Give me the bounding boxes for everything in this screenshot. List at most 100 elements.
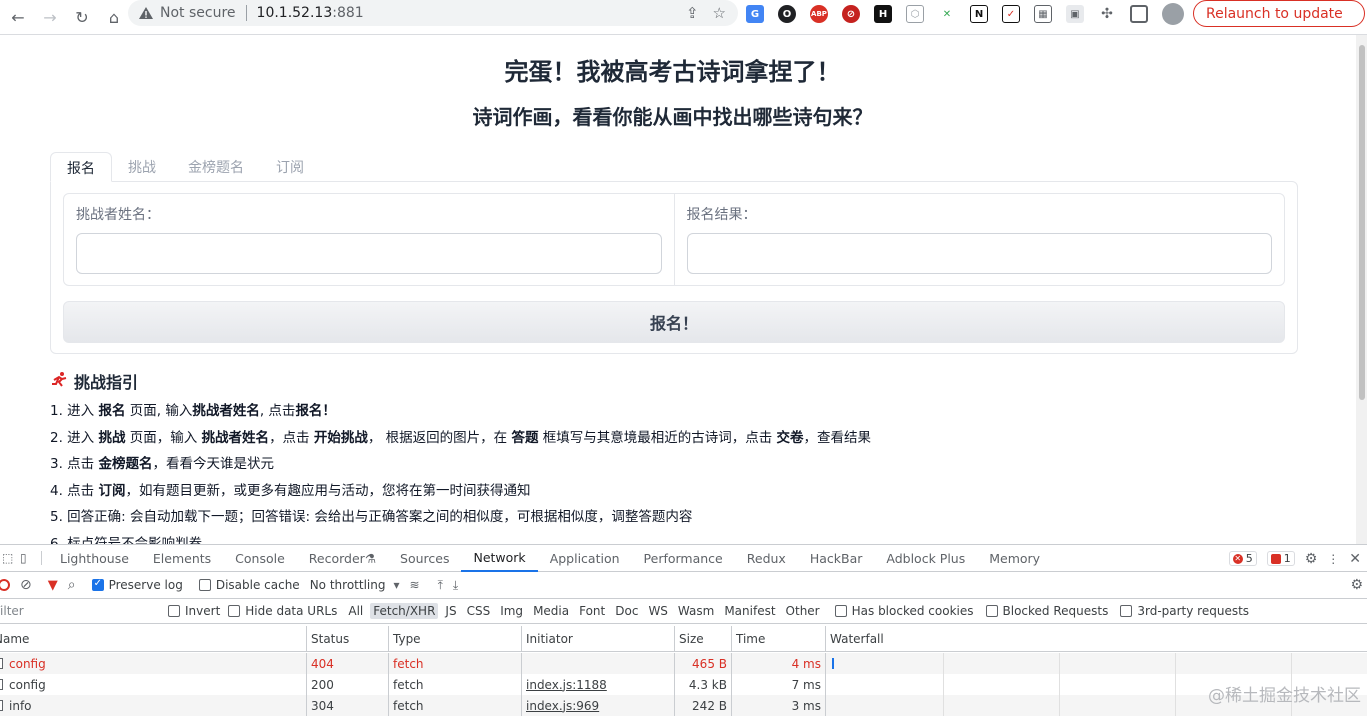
type-filter-ws[interactable]: WS — [645, 603, 670, 619]
clear-icon[interactable]: ⊘ — [20, 577, 32, 593]
checkbox-checked-icon[interactable] — [91, 578, 104, 591]
settings-gear-icon[interactable]: ⚙ — [1305, 551, 1318, 567]
type-filter-fetchxhr[interactable]: Fetch/XHR — [370, 603, 439, 619]
devtools-tab-network[interactable]: Network — [461, 545, 538, 572]
blocked-requests-checkbox[interactable]: Blocked Requests — [985, 604, 1108, 618]
preserve-log-checkbox[interactable]: Preserve log — [91, 578, 183, 592]
home-icon[interactable]: ⌂ — [100, 3, 128, 31]
invert-checkbox[interactable]: Invert — [168, 604, 220, 618]
back-icon[interactable]: ← — [4, 3, 32, 31]
type-filter-font[interactable]: Font — [576, 603, 608, 619]
network-conditions-icon[interactable]: ≋ — [410, 578, 420, 592]
third-party-checkbox[interactable]: 3rd-party requests — [1120, 604, 1249, 618]
page-scrollbar[interactable] — [1356, 35, 1367, 544]
devtools-tab-elements[interactable]: Elements — [141, 545, 223, 572]
tab-challenge[interactable]: 挑战 — [112, 152, 172, 182]
devtools-tab-adblock-plus[interactable]: Adblock Plus — [874, 545, 977, 572]
request-time: 7 ms — [791, 677, 821, 692]
type-filter-all[interactable]: All — [345, 603, 366, 619]
inspect-element-icon[interactable]: ⬚ — [2, 551, 20, 565]
type-filter-manifest[interactable]: Manifest — [721, 603, 778, 619]
devtools-tab-memory[interactable]: Memory — [977, 545, 1052, 572]
screenshot-extension-icon[interactable]: ▣ — [1066, 5, 1084, 23]
import-har-icon[interactable]: ⤒ — [438, 578, 443, 593]
type-filter-js[interactable]: JS — [442, 603, 459, 619]
device-toolbar-icon[interactable]: ▯ — [20, 551, 42, 565]
devtools-tab-performance[interactable]: Performance — [632, 545, 735, 572]
sidebar-panel-icon[interactable] — [1130, 5, 1148, 23]
request-row[interactable]: info 304 fetch index.js:969 242 B 3 ms — [0, 695, 1367, 716]
puzzle-extensions-icon[interactable]: ✣ — [1098, 5, 1116, 23]
hide-data-urls-checkbox[interactable]: Hide data URLs — [228, 604, 337, 618]
column-name[interactable]: Name — [0, 626, 306, 651]
address-bar[interactable]: Not secure 10.1.52.13:881 ⇪ ☆ — [128, 0, 738, 26]
warning-icon[interactable] — [138, 6, 154, 20]
checkbox-unchecked-icon[interactable] — [1120, 605, 1133, 617]
search-icon[interactable]: ⌕ — [68, 577, 76, 593]
more-options-icon[interactable]: ⋮ — [1327, 552, 1339, 566]
column-size[interactable]: Size — [674, 626, 731, 651]
filter-funnel-icon[interactable]: ▼ — [48, 578, 58, 593]
column-time[interactable]: Time — [731, 626, 825, 651]
devtools-tab-sources[interactable]: Sources — [388, 545, 461, 572]
tab-leaderboard[interactable]: 金榜题名 — [172, 152, 260, 182]
request-row[interactable]: config 404 fetch 465 B 4 ms — [0, 653, 1367, 674]
todo-check-extension-icon[interactable]: ✓ — [1002, 5, 1020, 23]
bookmark-star-icon[interactable]: ☆ — [713, 4, 726, 22]
checkbox-unchecked-icon[interactable] — [198, 579, 211, 591]
checkbox-unchecked-icon[interactable] — [834, 605, 847, 617]
has-blocked-cookies-checkbox[interactable]: Has blocked cookies — [834, 604, 974, 618]
throttling-select[interactable]: No throttling ▾ — [310, 578, 400, 592]
challenger-name-input[interactable] — [76, 233, 662, 274]
column-initiator[interactable]: Initiator — [521, 626, 674, 651]
forward-icon[interactable]: → — [36, 3, 64, 31]
cell-initiator[interactable]: index.js:1188 — [521, 674, 674, 695]
checkbox-unchecked-icon[interactable] — [985, 605, 998, 617]
ublock-extension-icon[interactable]: ⊘ — [842, 5, 860, 23]
column-waterfall[interactable]: Waterfall — [825, 626, 1367, 651]
network-settings-icon[interactable]: ⚙ — [1350, 577, 1363, 593]
type-filter-other[interactable]: Other — [783, 603, 823, 619]
disable-cache-checkbox[interactable]: Disable cache — [198, 578, 300, 592]
devtools-tab-lighthouse[interactable]: Lighthouse — [48, 545, 141, 572]
tab-subscribe[interactable]: 订阅 — [260, 152, 320, 182]
devtools-tab-console[interactable]: Console — [223, 545, 297, 572]
record-stop-icon[interactable] — [0, 579, 10, 591]
notion-extension-icon[interactable]: N — [970, 5, 988, 23]
share-icon[interactable]: ⇪ — [686, 4, 699, 22]
close-devtools-icon[interactable]: ✕ — [1349, 551, 1361, 567]
errors-badge[interactable]: ✕ 5 — [1228, 551, 1257, 566]
column-status[interactable]: Status — [306, 626, 388, 651]
type-filter-wasm[interactable]: Wasm — [675, 603, 717, 619]
type-filter-css[interactable]: CSS — [464, 603, 494, 619]
octotree-extension-icon[interactable]: O — [778, 5, 796, 23]
reload-icon[interactable]: ↻ — [68, 3, 96, 31]
devtools-tab-recorder[interactable]: Recorder ⚗ — [297, 545, 388, 572]
request-row[interactable]: config 200 fetch index.js:1188 4.3 kB 7 ms — [0, 674, 1367, 695]
column-type[interactable]: Type — [388, 626, 521, 651]
devtools-tab-redux[interactable]: Redux — [735, 545, 798, 572]
hackbar-extension-icon[interactable]: H — [874, 5, 892, 23]
checkbox-unchecked-icon[interactable] — [228, 605, 241, 617]
adblock-plus-extension-icon[interactable]: ABP — [810, 5, 828, 23]
export-har-icon[interactable]: ⤓ — [453, 578, 458, 593]
devtools-tab-application[interactable]: Application — [538, 545, 632, 572]
relaunch-to-update-button[interactable]: Relaunch to update — [1193, 0, 1365, 27]
filter-input[interactable]: Filter — [0, 599, 160, 624]
type-filter-img[interactable]: Img — [497, 603, 526, 619]
qr-code-extension-icon[interactable]: ▦ — [1034, 5, 1052, 23]
issues-badge[interactable]: 1 — [1266, 551, 1295, 566]
signup-result-field[interactable] — [686, 233, 1272, 274]
hexagon-extension-icon[interactable]: ⬡ — [906, 5, 924, 23]
color-picker-extension-icon[interactable]: ✕ — [938, 5, 956, 23]
devtools-tab-hackbar[interactable]: HackBar — [798, 545, 875, 572]
tab-signup[interactable]: 报名 — [50, 152, 112, 182]
signup-button[interactable]: 报名！ — [63, 301, 1285, 343]
google-translate-extension-icon[interactable]: G — [746, 5, 764, 23]
scrollbar-thumb[interactable] — [1359, 45, 1365, 400]
cell-initiator[interactable]: index.js:969 — [521, 695, 674, 716]
profile-avatar-icon[interactable] — [1162, 3, 1184, 25]
type-filter-media[interactable]: Media — [530, 603, 572, 619]
checkbox-unchecked-icon[interactable] — [168, 605, 180, 617]
type-filter-doc[interactable]: Doc — [612, 603, 641, 619]
